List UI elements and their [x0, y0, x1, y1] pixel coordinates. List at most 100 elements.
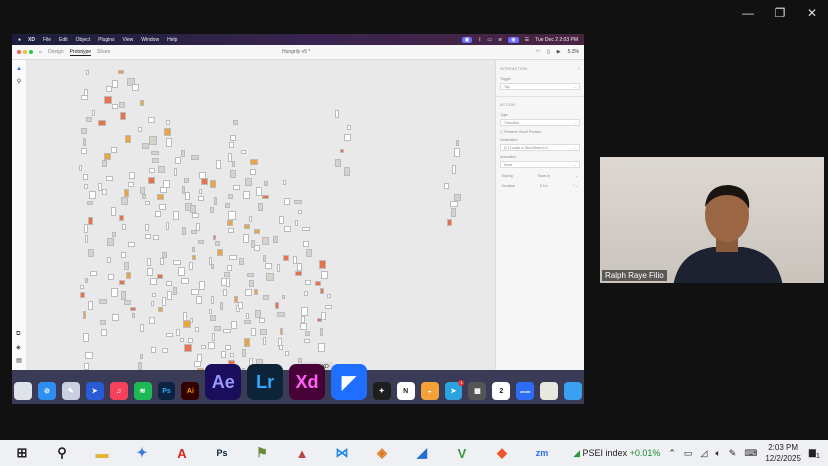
artboard[interactable]: [238, 257, 245, 266]
artboard[interactable]: [277, 311, 285, 318]
artboard[interactable]: [250, 158, 258, 165]
artboard[interactable]: [83, 310, 87, 319]
dock-app-notion[interactable]: N: [396, 382, 415, 400]
artboard[interactable]: [320, 328, 324, 337]
artboard[interactable]: [273, 236, 279, 243]
dock-app-framer[interactable]: ◤: [330, 364, 367, 400]
artboard[interactable]: [221, 350, 227, 359]
artboard[interactable]: [166, 137, 173, 147]
menu-view[interactable]: View: [123, 37, 134, 43]
artboard[interactable]: [149, 167, 156, 174]
artboard[interactable]: [224, 271, 231, 278]
artboard[interactable]: [214, 325, 221, 332]
artboard[interactable]: [165, 120, 170, 125]
taskbar-app-star-icon[interactable]: ✦: [122, 440, 162, 466]
artboard[interactable]: [98, 119, 107, 127]
tab-design[interactable]: Design: [48, 49, 64, 55]
artboard[interactable]: [191, 246, 195, 253]
clock[interactable]: 2:03 PM 12/2/2025: [765, 442, 801, 464]
artboard[interactable]: [250, 168, 256, 176]
artboard[interactable]: [147, 258, 152, 266]
preserve-scroll-checkbox[interactable]: ☐ Preserve Scroll Position: [500, 130, 580, 134]
artboard[interactable]: [176, 329, 180, 337]
artboard[interactable]: [130, 306, 137, 311]
artboard[interactable]: [185, 192, 191, 201]
artboard[interactable]: [305, 280, 311, 286]
artboard[interactable]: [245, 178, 253, 186]
artboard[interactable]: [118, 101, 126, 108]
artboard[interactable]: [104, 96, 112, 104]
artboard[interactable]: [150, 277, 157, 286]
artboard[interactable]: [229, 353, 234, 358]
maximize-button[interactable]: ❐: [764, 4, 796, 22]
artboard[interactable]: [153, 234, 159, 240]
dock-app-adobe-xd[interactable]: Xd: [289, 364, 325, 400]
artboard[interactable]: [278, 215, 285, 224]
artboard[interactable]: [317, 317, 323, 323]
artboard[interactable]: [334, 158, 342, 167]
artboard[interactable]: [119, 279, 125, 286]
zoom-tool-icon[interactable]: ⚲: [17, 78, 21, 85]
zoom-share-icon[interactable]: ▣: [461, 36, 473, 43]
dock-app-illustrator[interactable]: Ai: [181, 382, 200, 400]
artboard[interactable]: [173, 211, 179, 220]
headphones-icon[interactable]: ◠: [536, 49, 540, 55]
artboard[interactable]: [162, 297, 166, 306]
artboard[interactable]: [346, 124, 352, 131]
artboard[interactable]: [225, 344, 232, 351]
taskbar-brave-icon[interactable]: ◆: [482, 440, 522, 466]
artboard[interactable]: [121, 290, 126, 300]
artboard[interactable]: [101, 328, 107, 336]
artboard[interactable]: [262, 254, 267, 263]
artboard[interactable]: [243, 319, 252, 324]
artboard[interactable]: [213, 196, 218, 205]
dock-app-lightroom[interactable]: Lr: [247, 364, 284, 400]
artboard[interactable]: [228, 228, 234, 234]
artboard[interactable]: [106, 238, 114, 247]
artboard[interactable]: [105, 86, 113, 93]
zoom-level[interactable]: 5.3%: [568, 49, 579, 55]
artboard[interactable]: [108, 273, 115, 281]
artboard[interactable]: [244, 289, 253, 296]
artboard[interactable]: [79, 164, 83, 171]
add-interaction-icon[interactable]: +: [578, 67, 580, 71]
artboard[interactable]: [173, 286, 177, 296]
artboard[interactable]: [265, 262, 273, 269]
artboard[interactable]: [195, 296, 203, 305]
artboard[interactable]: [321, 270, 329, 279]
artboard[interactable]: [88, 216, 93, 226]
taskbar-shark-app-icon[interactable]: ◢: [402, 440, 442, 466]
artboard[interactable]: [219, 302, 223, 311]
artboard[interactable]: [155, 210, 161, 217]
artboard[interactable]: [131, 83, 140, 92]
artboard[interactable]: [126, 271, 131, 279]
artboard[interactable]: [208, 341, 216, 349]
artboard[interactable]: [242, 348, 246, 358]
artboard[interactable]: [210, 315, 216, 321]
artboard[interactable]: [238, 302, 244, 309]
artboard[interactable]: [447, 218, 452, 226]
artboard[interactable]: [265, 273, 274, 281]
dock-app-calendar[interactable]: 2: [492, 382, 511, 400]
artboard[interactable]: [317, 343, 325, 353]
taskbar-map-tool-icon[interactable]: ⚑: [242, 440, 282, 466]
screen-record-icon[interactable]: ◉: [508, 36, 519, 43]
minimize-button[interactable]: —: [732, 4, 764, 22]
artboard[interactable]: [281, 295, 286, 300]
artboard[interactable]: [145, 234, 152, 240]
tab-share[interactable]: Share: [97, 49, 110, 55]
artboard[interactable]: [319, 260, 327, 269]
artboard[interactable]: [191, 255, 196, 260]
artboard[interactable]: [304, 331, 310, 337]
control-center-icon[interactable]: ☰: [525, 37, 529, 43]
artboard[interactable]: [213, 234, 217, 240]
artboard[interactable]: [451, 208, 457, 217]
layers-icon[interactable]: ◈: [16, 344, 22, 351]
artboard[interactable]: [150, 346, 157, 354]
plugins-icon[interactable]: ⧉: [16, 331, 22, 338]
dock-app-spotify[interactable]: ≋: [133, 382, 152, 400]
artboard[interactable]: [245, 312, 250, 319]
artboard[interactable]: [83, 362, 90, 370]
taskbar-start-icon[interactable]: ⊞: [2, 440, 42, 466]
artboard[interactable]: [282, 180, 287, 185]
